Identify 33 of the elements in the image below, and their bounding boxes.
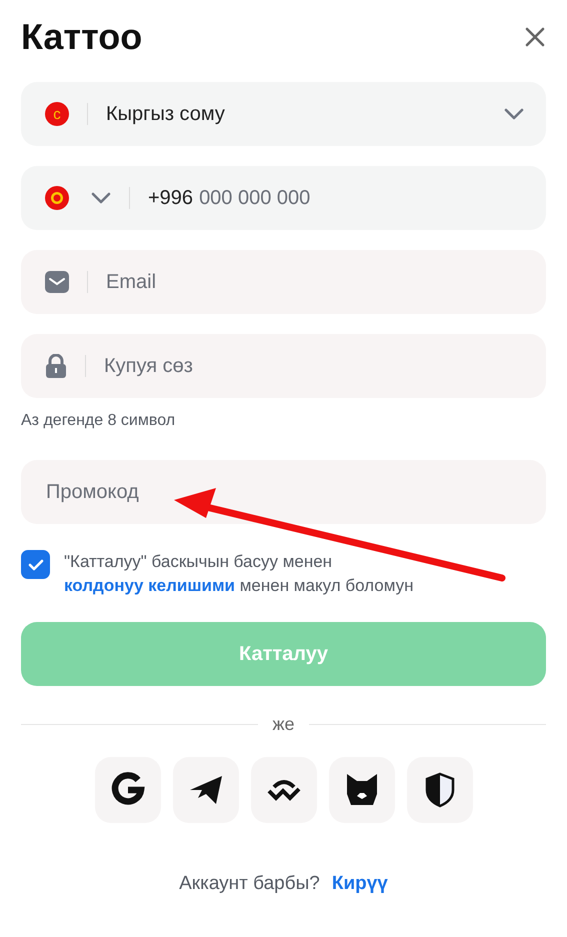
divider-label: же	[272, 714, 295, 735]
chevron-down-icon	[91, 192, 111, 204]
social-login-button[interactable]	[328, 757, 394, 823]
promo-code-field[interactable]: Промокод	[46, 480, 524, 504]
account-question: Аккаунт барбы?	[179, 873, 320, 895]
chevron-down-icon	[504, 108, 524, 120]
agreement-text: "Катталуу" баскычын басуу менен колдонуу келишими менен макул боломун	[64, 551, 414, 597]
social-login-button[interactable]	[250, 757, 316, 823]
social-login-button[interactable]	[406, 757, 472, 823]
page-title: Каттоо	[21, 16, 142, 58]
wave-icon	[266, 779, 302, 801]
password-field[interactable]: Купуя сөз	[104, 354, 524, 378]
lock-icon	[45, 354, 67, 378]
currency-select[interactable]: с Кыргыз сому	[21, 82, 546, 146]
password-field-box[interactable]: Купуя сөз	[21, 334, 546, 398]
currency-symbol: с	[45, 102, 69, 126]
login-link[interactable]: Кирүү	[332, 873, 388, 895]
social-login-button[interactable]	[172, 757, 238, 823]
envelope-icon	[45, 271, 69, 293]
close-button[interactable]	[524, 26, 546, 48]
promo-code-field-box[interactable]: Промокод	[21, 460, 546, 524]
phone-number-input[interactable]: 000 000 000	[199, 186, 524, 210]
terms-link[interactable]: колдонуу келишими	[64, 576, 235, 595]
paper-plane-icon	[188, 774, 224, 806]
social-login-button[interactable]	[94, 757, 160, 823]
phone-field[interactable]: +996 000 000 000	[21, 166, 546, 230]
flag-icon	[45, 186, 69, 210]
password-hint: Аз дегенде 8 символ	[21, 412, 176, 430]
shield-icon	[424, 772, 454, 808]
checkmark-icon	[28, 558, 44, 570]
email-field-box[interactable]: Email	[21, 250, 546, 314]
agreement-checkbox[interactable]	[21, 550, 50, 579]
email-field[interactable]: Email	[106, 270, 524, 294]
